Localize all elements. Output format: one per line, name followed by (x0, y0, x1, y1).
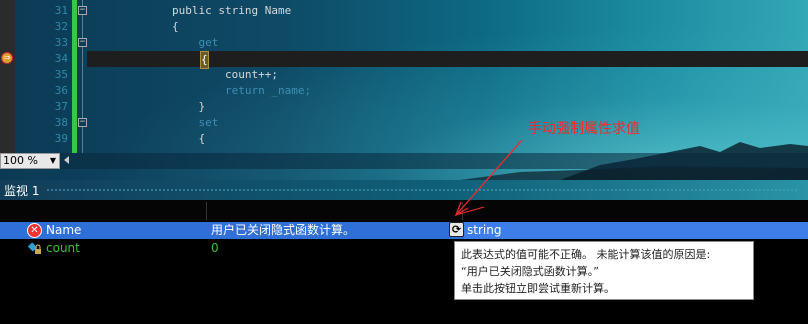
watch-value[interactable]: 0 (211, 240, 219, 257)
code-line: { (92, 51, 311, 69)
collapse-icon[interactable]: − (78, 38, 87, 47)
tooltip-line: 单击此按钮立即尝试重新计算。 (461, 282, 615, 295)
horizontal-scrollbar[interactable] (0, 153, 808, 169)
reevaluate-button[interactable]: ⟳ (449, 222, 464, 237)
field-lock-icon (27, 242, 41, 254)
code-line: get (172, 36, 219, 49)
watch-value[interactable]: 用户已关闭隐式函数计算。 (211, 222, 355, 239)
zoom-value: 100 % (3, 154, 38, 167)
code-line: return _name; (172, 84, 312, 97)
outline-guide (82, 0, 83, 153)
column-separator[interactable] (206, 202, 207, 220)
current-statement-arrow-icon: ⇒ (1, 52, 13, 64)
line-number: 35 (54, 68, 68, 81)
code-line: count++; (172, 68, 278, 81)
watch-name[interactable]: count (46, 240, 80, 257)
indicator-margin[interactable]: ⇒ (0, 0, 15, 153)
scroll-left-icon[interactable] (64, 156, 69, 164)
tooltip-line: “用户已关闭隐式函数计算。” (461, 265, 599, 278)
code-line: set (172, 116, 219, 129)
watch-row[interactable]: ✕ Name 用户已关闭隐式函数计算。 ⟳ string (0, 222, 808, 239)
change-tracking-bar (72, 0, 77, 153)
line-number: 37 (54, 100, 68, 113)
reevaluate-tooltip: 此表达式的值可能不正确。 未能计算该值的原因是: “用户已关闭隐式函数计算。” … (454, 241, 754, 300)
error-icon: ✕ (27, 223, 42, 238)
line-number: 39 (54, 132, 68, 145)
type-cell-highlight (464, 222, 808, 239)
line-number: 31 (54, 4, 68, 17)
collapse-icon[interactable]: − (78, 118, 87, 127)
tooltip-line: 此表达式的值可能不正确。 未能计算该值的原因是: (461, 248, 711, 261)
collapse-icon[interactable]: − (78, 6, 87, 15)
line-number: 36 (54, 84, 68, 97)
title-grip (46, 188, 798, 192)
watch-window-title: 监视 1 (4, 184, 40, 198)
line-number: 34 (54, 52, 68, 65)
annotation-callout: 手动强制属性求值 (528, 121, 640, 137)
watch-column-header[interactable] (0, 200, 808, 222)
zoom-dropdown[interactable]: 100 % ▼ (0, 153, 60, 169)
line-number-gutter: 31 32 33 34 35 36 37 38 39 (40, 3, 68, 147)
watch-type[interactable]: string (467, 222, 501, 239)
code-editor[interactable]: ⇒ 31 32 33 34 35 36 37 38 39 − − − publi… (0, 0, 808, 180)
code-line: } (172, 100, 206, 113)
chevron-down-icon: ▼ (49, 156, 56, 165)
watch-window-title-bar[interactable]: 监视 1 (0, 180, 808, 200)
line-number: 33 (54, 36, 68, 49)
code-line: { (172, 20, 179, 33)
watch-name[interactable]: Name (46, 222, 81, 239)
line-number: 32 (54, 20, 68, 33)
column-separator[interactable] (462, 202, 463, 220)
code-line: public string Name (172, 4, 292, 17)
line-number: 38 (54, 116, 68, 129)
code-line: { (172, 132, 206, 145)
code-text[interactable]: public string Name { get { count++; retu… (92, 3, 311, 147)
